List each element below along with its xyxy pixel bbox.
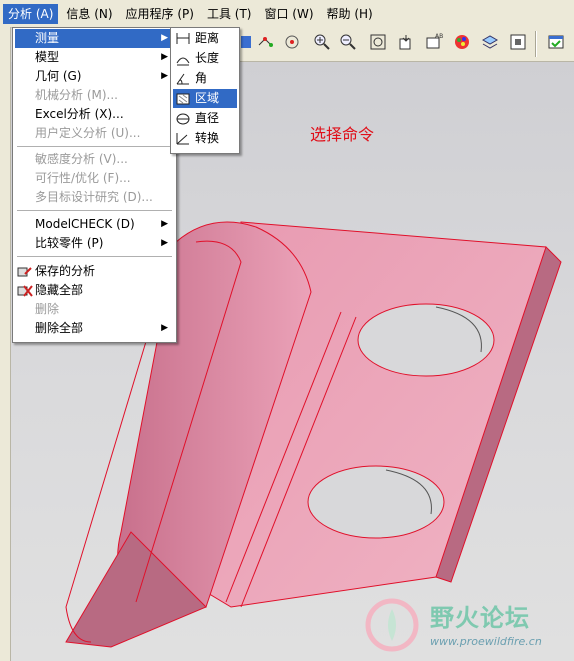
distance-icon (175, 31, 191, 46)
menu-item-geometry[interactable]: 几何 (G) ▶ (15, 67, 174, 86)
menu-separator (17, 210, 172, 211)
layers-icon[interactable] (480, 33, 500, 53)
menu-item-delete-all[interactable]: 删除全部 ▶ (15, 319, 174, 338)
forum-logo-icon (362, 595, 422, 655)
angle-icon (175, 71, 191, 86)
menu-info[interactable]: 信息 (N) (61, 4, 117, 24)
menu-item-compare-parts[interactable]: 比较零件 (P) ▶ (15, 234, 174, 253)
submenu-arrow-icon: ▶ (161, 52, 168, 62)
refit-icon[interactable] (368, 33, 388, 53)
submenu-item-transform[interactable]: 转换 (173, 129, 237, 148)
menu-separator (17, 256, 172, 257)
analysis-menu: 测量 ▶ 模型 ▶ 几何 (G) ▶ 机械分析 (M)... Excel分析 (X).… (12, 27, 177, 343)
view-blue-icon[interactable] (238, 33, 258, 53)
annotation-select-command: 选择命令 (310, 125, 375, 144)
menu-item-delete: 删除 (35, 302, 60, 316)
watermark-brand: 野火论坛 (430, 604, 530, 632)
menu-tools[interactable]: 工具 (T) (202, 4, 257, 24)
zoom-in-icon[interactable] (312, 33, 332, 53)
saved-views-icon[interactable]: AB (424, 33, 444, 53)
reorient-icon[interactable] (396, 33, 416, 53)
submenu-arrow-icon: ▶ (161, 323, 168, 333)
saved-analysis-icon (17, 264, 33, 279)
watermark-url: www.proewildfire.cn (430, 635, 542, 648)
spline-icon[interactable] (256, 33, 276, 53)
menu-item-modelcheck[interactable]: ModelCHECK (D) ▶ (15, 215, 174, 234)
svg-text:AB: AB (435, 33, 443, 40)
toolbar: AB (238, 27, 574, 62)
menu-item-mechanism-analysis: 机械分析 (M)... (35, 88, 118, 102)
menu-item-saved-analysis[interactable]: 保存的分析 (15, 262, 174, 281)
length-icon (175, 51, 191, 66)
window-activate-icon[interactable] (546, 33, 566, 53)
submenu-arrow-icon: ▶ (161, 238, 168, 248)
toolbar-separator (535, 31, 537, 57)
menu-bar: 分析 (A) 信息 (N) 应用程序 (P) 工具 (T) 窗口 (W) 帮助 … (0, 0, 574, 28)
left-panel-edge (0, 27, 11, 661)
submenu-item-diameter[interactable]: 直径 (173, 109, 237, 128)
menu-item-hide-all[interactable]: 隐藏全部 (15, 281, 174, 300)
area-icon (175, 91, 191, 106)
spin-center-icon[interactable] (282, 33, 302, 53)
menu-item-user-defined-analysis: 用户定义分析 (U)... (35, 126, 141, 140)
menu-item-multi-objective-study: 多目标设计研究 (D)... (35, 190, 153, 204)
menu-applications[interactable]: 应用程序 (P) (121, 4, 199, 24)
submenu-item-distance[interactable]: 距离 (173, 29, 237, 48)
hide-all-icon (17, 283, 33, 298)
menu-separator (17, 146, 172, 147)
submenu-arrow-icon: ▶ (161, 219, 168, 229)
submenu-arrow-icon: ▶ (161, 71, 168, 81)
submenu-item-length[interactable]: 长度 (173, 49, 237, 68)
zoom-out-icon[interactable] (338, 33, 358, 53)
menu-item-measure[interactable]: 测量 ▶ (15, 29, 174, 48)
submenu-item-area[interactable]: 区域 (173, 89, 237, 108)
diameter-icon (175, 111, 191, 126)
submenu-arrow-icon: ▶ (161, 33, 168, 43)
model-setup-icon[interactable] (508, 33, 528, 53)
menu-item-sensitivity-analysis: 敏感度分析 (V)... (35, 152, 128, 166)
measure-submenu: 距离 长度 角 区域 直径 转换 (170, 27, 240, 154)
submenu-item-angle[interactable]: 角 (173, 69, 237, 88)
menu-help[interactable]: 帮助 (H) (322, 4, 378, 24)
menu-item-model[interactable]: 模型 ▶ (15, 48, 174, 67)
color-appearance-icon[interactable] (452, 33, 472, 53)
menu-item-feasibility-optimization: 可行性/优化 (F)... (35, 171, 131, 185)
menu-analysis[interactable]: 分析 (A) (3, 3, 59, 24)
menu-item-excel-analysis[interactable]: Excel分析 (X)... (15, 105, 174, 124)
transform-icon (175, 131, 191, 146)
menu-window[interactable]: 窗口 (W) (259, 4, 318, 24)
